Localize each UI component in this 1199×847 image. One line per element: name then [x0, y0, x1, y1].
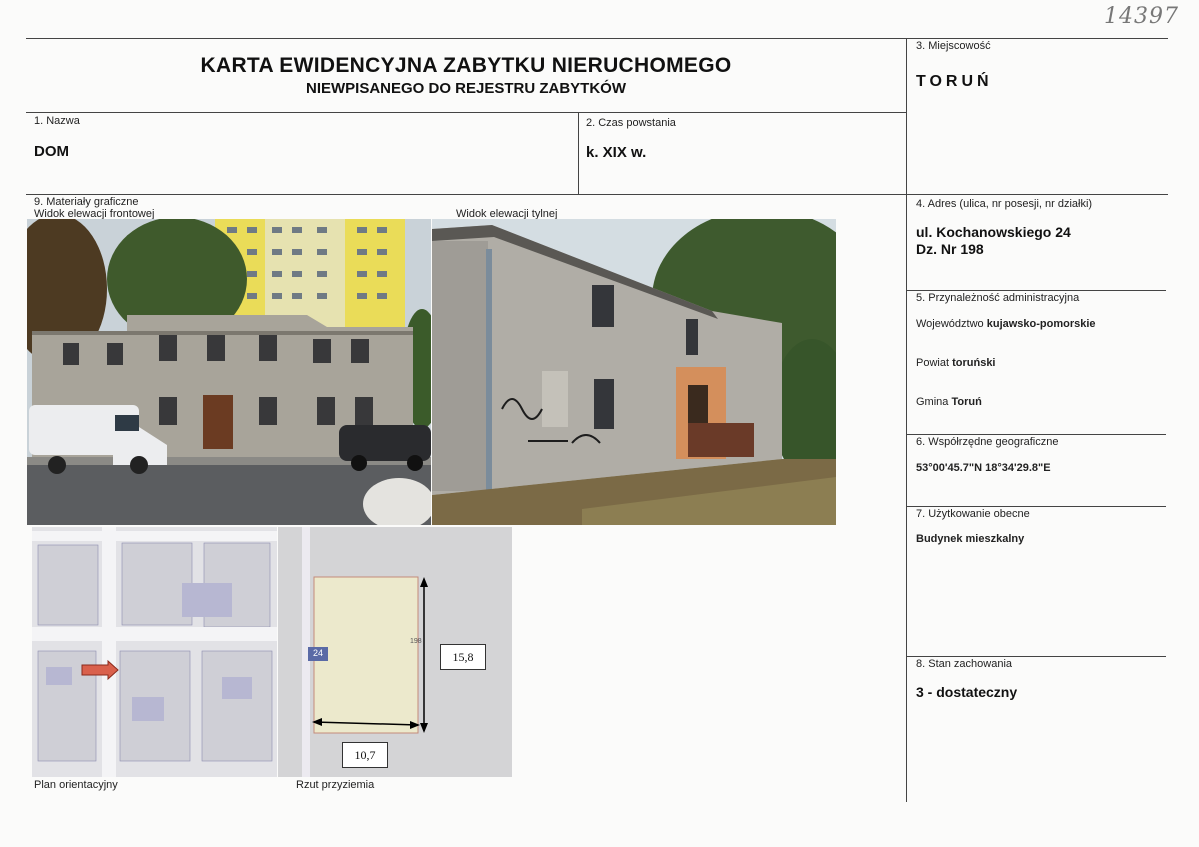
uzytkowanie-value: Budynek mieszkalny	[916, 533, 1025, 545]
czas-label: 2. Czas powstania	[586, 117, 676, 129]
powiat-value: toruński	[952, 357, 996, 369]
stan-label: 8. Stan zachowania	[916, 658, 1013, 670]
rear-elevation-photo	[432, 219, 836, 525]
uzytkowanie-label: 7. Użytkowanie obecne	[916, 508, 1030, 520]
ground-floor-plan-map: 24 198 15,8 10,7	[278, 527, 512, 777]
line-after-wspolrzedne	[906, 506, 1166, 507]
wojewodztwo-line: Województwo kujawsko-pomorskie	[916, 318, 1096, 330]
front-elevation-photo	[27, 219, 431, 525]
stan-value: 3 - dostateczny	[916, 684, 1018, 700]
adres-line1: ul. Kochanowskiego 24	[916, 224, 1071, 240]
line-after-adres	[906, 290, 1166, 291]
powiat-line: Powiat toruński	[916, 357, 996, 369]
gmina-value: Toruń	[951, 396, 982, 408]
czas-value: k. XIX w.	[586, 144, 647, 161]
graphics-label: 9. Materiały graficzne	[34, 196, 139, 208]
line-after-przynaleznosc	[906, 434, 1166, 435]
miejscowosc-value: TORUŃ	[916, 73, 993, 90]
wspolrzedne-value: 53°00'45.7"N 18°34'29.8"E	[916, 462, 1051, 474]
top-border	[26, 38, 1168, 39]
gmina-line: Gmina Toruń	[916, 396, 982, 408]
miejscowosc-label: 3. Miejscowość	[916, 40, 991, 52]
plan-caption: Plan orientacyjny	[34, 779, 118, 791]
wojewodztwo-prefix: Województwo	[916, 318, 984, 330]
nazwa-value: DOM	[34, 143, 69, 160]
wspolrzedne-label: 6. Współrzędne geograficzne	[916, 436, 1059, 448]
orientation-plan-map	[32, 527, 277, 777]
przynaleznosc-label: 5. Przynależność administracyjna	[916, 292, 1080, 304]
house-number-badge: 24	[312, 648, 323, 658]
right-column-divider	[906, 38, 907, 802]
card-title: KARTA EWIDENCYJNA ZABYTKU NIERUCHOMEGO	[200, 54, 732, 77]
name-time-divider	[578, 112, 579, 194]
wojewodztwo-value: kujawsko-pomorskie	[986, 318, 1096, 330]
adres-label: 4. Adres (ulica, nr posesji, nr działki)	[916, 198, 1093, 210]
height-dimension-box: 15,8	[440, 644, 486, 670]
line-after-uzytkowanie	[906, 656, 1166, 657]
card-subtitle: NIEWPISANEGO DO REJESTRU ZABYTKÓW	[305, 80, 627, 97]
parcel-number: 198	[410, 638, 422, 645]
powiat-prefix: Powiat	[916, 357, 950, 369]
adres-line2: Dz. Nr 198	[916, 241, 984, 257]
header-bottom-line	[26, 112, 906, 113]
row1-bottom-line	[26, 194, 1168, 195]
archive-number: 14397	[1104, 4, 1179, 29]
rzut-caption: Rzut przyziemia	[296, 779, 375, 791]
nazwa-label: 1. Nazwa	[34, 115, 80, 127]
gmina-prefix: Gmina	[916, 396, 949, 408]
width-dimension-box: 10,7	[342, 742, 388, 768]
